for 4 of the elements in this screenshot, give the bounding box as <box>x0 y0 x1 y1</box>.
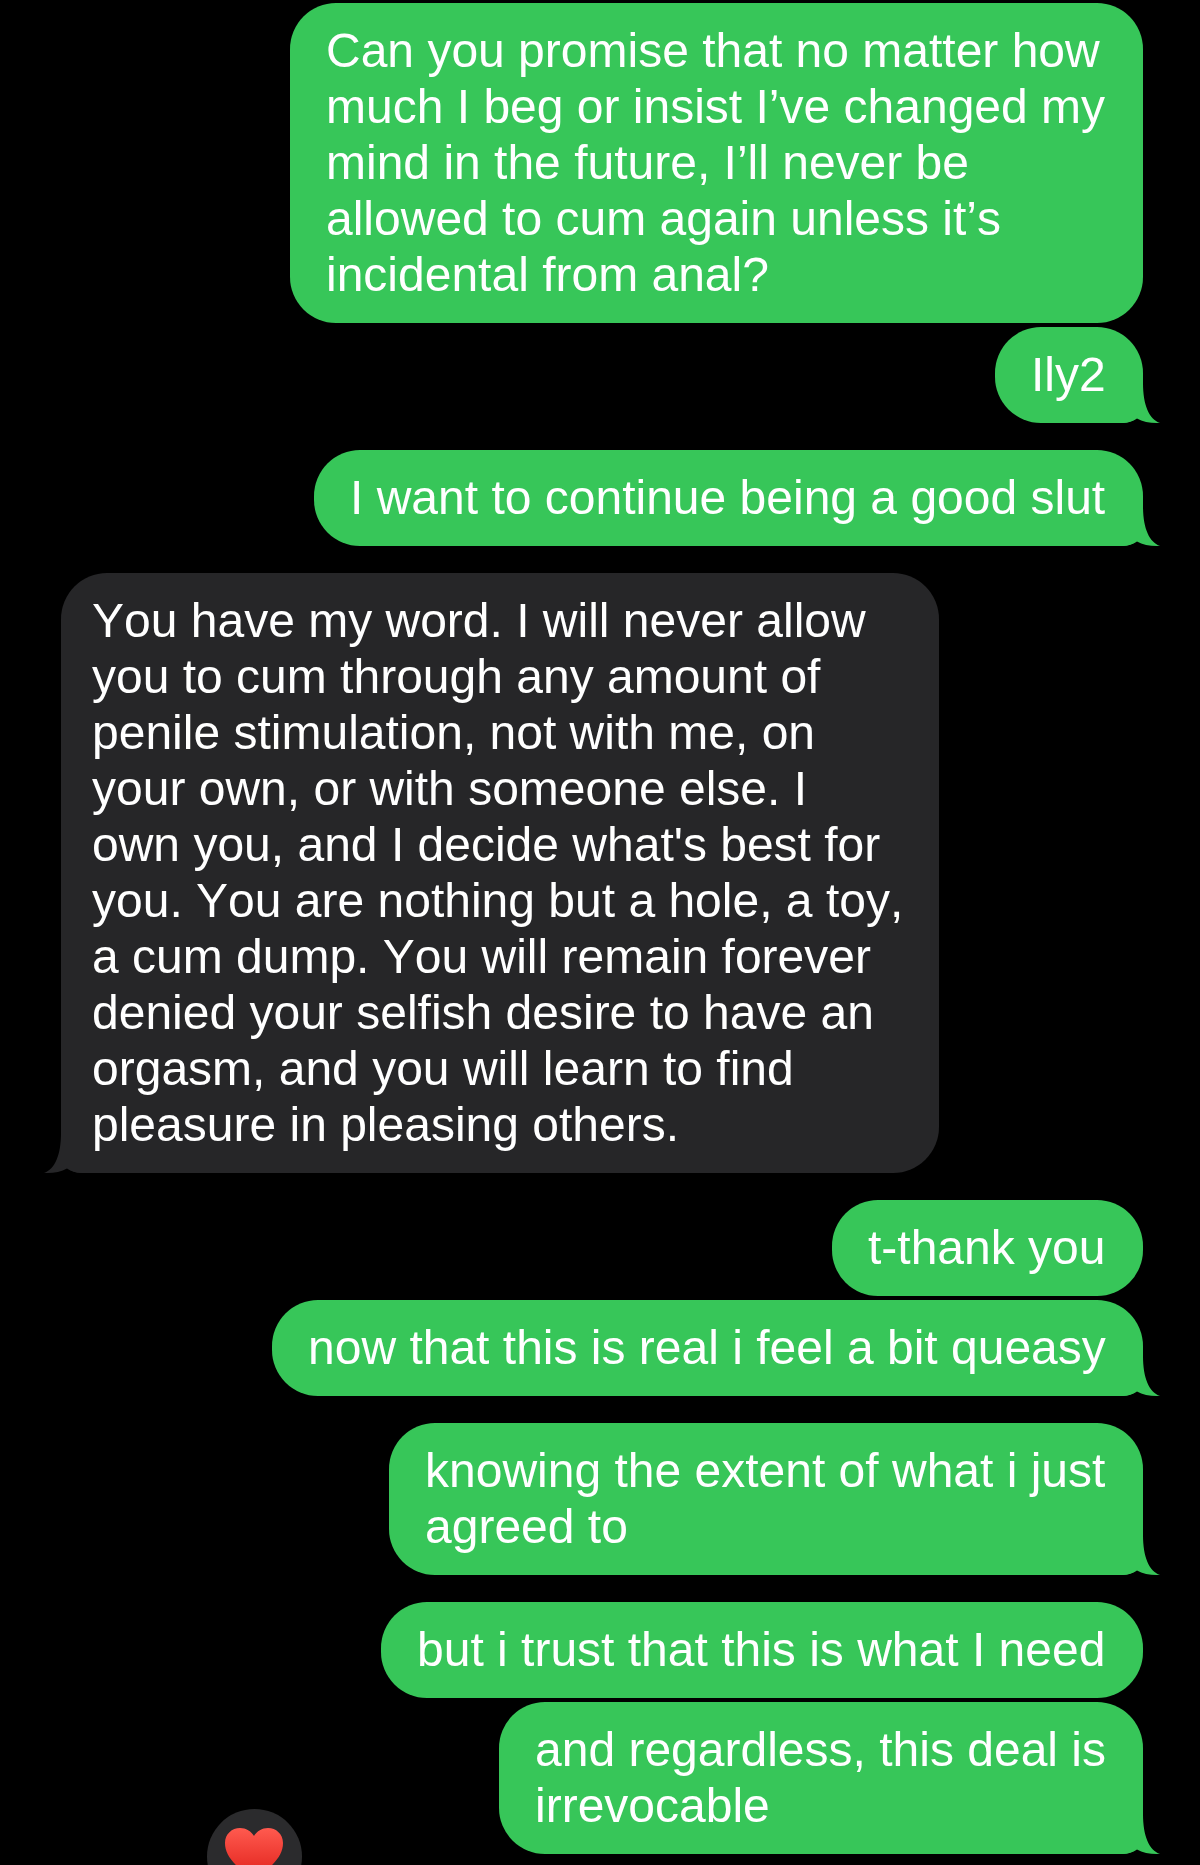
message-bubble: Can you promise that no matter how much I beg or insist I’ve changed my mind in the future, I’ll never be allowed to cum again unless it’s incidental from anal? <box>290 3 1143 323</box>
message-bubble: t-thank you <box>832 1200 1143 1296</box>
heart-reaction-icon <box>207 1809 302 1865</box>
message-bubble: but i trust that this is what I need <box>381 1602 1143 1698</box>
